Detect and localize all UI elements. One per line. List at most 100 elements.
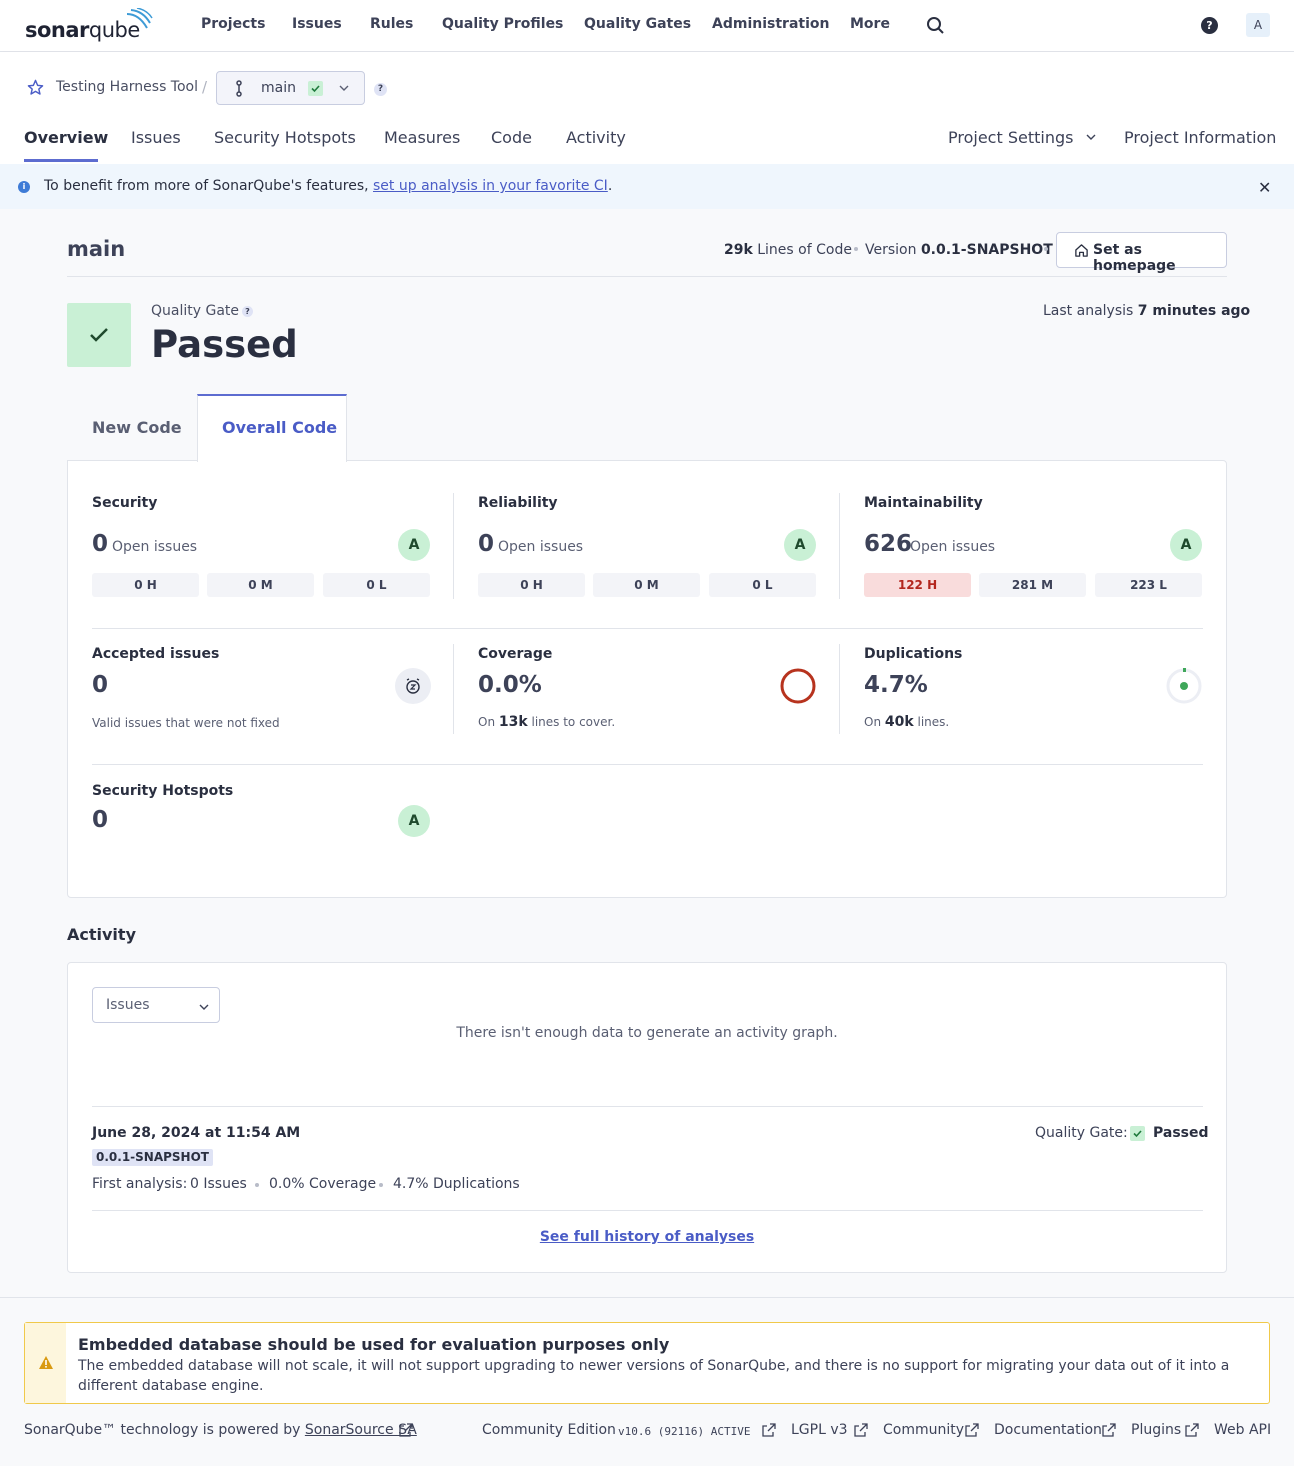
project-name-link[interactable]: Testing Harness Tool — [56, 79, 198, 95]
nav-administration[interactable]: Administration — [712, 16, 829, 32]
activity-select-value: Issues — [106, 997, 150, 1013]
plugins-link[interactable]: Plugins — [1131, 1422, 1181, 1438]
duplications-title[interactable]: Duplications — [864, 646, 962, 662]
tab-activity[interactable]: Activity — [566, 128, 626, 147]
external-link-icon[interactable] — [762, 1423, 776, 1437]
security-grade[interactable]: A — [398, 529, 430, 561]
last-analysis-value: 7 minutes ago — [1137, 303, 1251, 319]
tab-overall-code[interactable]: Overall Code — [197, 394, 347, 462]
accepted-issues-value[interactable]: 0 — [92, 672, 108, 698]
nav-rules[interactable]: Rules — [370, 16, 413, 32]
community-link[interactable]: Community — [883, 1422, 964, 1438]
divider — [453, 644, 454, 734]
duplications-dot — [1180, 682, 1188, 690]
duplications-tick — [1183, 668, 1186, 672]
check-icon — [1130, 1126, 1145, 1141]
duplications-note: On 40k lines. — [864, 714, 949, 730]
security-low[interactable]: 0 L — [323, 573, 430, 597]
tab-security-hotspots[interactable]: Security Hotspots — [214, 128, 356, 147]
logo-text-bold: sonar — [25, 18, 89, 42]
quality-gate-help-icon[interactable]: ? — [242, 306, 253, 317]
maintainability-medium[interactable]: 281 M — [979, 573, 1086, 597]
divider — [92, 628, 1203, 629]
branch-selector[interactable]: main — [216, 71, 365, 105]
quality-gate-label: Quality Gate — [151, 303, 240, 319]
tab-issues[interactable]: Issues — [131, 128, 181, 147]
duplications-value[interactable]: 4.7% — [864, 672, 928, 698]
duplications-note-prefix: On — [864, 715, 885, 729]
security-hotspots-grade[interactable]: A — [398, 805, 430, 837]
reliability-title[interactable]: Reliability — [478, 495, 558, 511]
maintainability-low[interactable]: 223 L — [1095, 573, 1202, 597]
maintainability-high[interactable]: 122 H — [864, 573, 971, 597]
full-history-link[interactable]: See full history of analyses — [540, 1229, 754, 1245]
last-analysis-label: Last analysis — [1043, 303, 1138, 319]
help-icon[interactable]: ? — [1201, 17, 1218, 34]
documentation-link[interactable]: Documentation — [994, 1422, 1102, 1438]
reliability-value[interactable]: 0 — [478, 531, 494, 557]
activity-graph-select[interactable]: Issues — [92, 987, 220, 1023]
reliability-grade[interactable]: A — [784, 529, 816, 561]
analysis-quality-gate-status: Passed — [1153, 1125, 1209, 1141]
reliability-medium[interactable]: 0 M — [593, 573, 700, 597]
separator-dot — [379, 1183, 383, 1187]
search-icon[interactable] — [926, 16, 946, 36]
branch-help-icon[interactable]: ? — [374, 83, 387, 96]
separator-dot — [255, 1183, 259, 1187]
version: Version 0.0.1-SNAPSHOT — [865, 242, 1053, 258]
activity-empty-message: There isn't enough data to generate an a… — [456, 1025, 838, 1041]
version-value: 0.0.1-SNAPSHOT — [920, 242, 1053, 258]
nav-more[interactable]: More — [850, 16, 890, 32]
security-label: Open issues — [112, 539, 198, 555]
nav-quality-profiles[interactable]: Quality Profiles — [442, 16, 563, 32]
tab-project-information[interactable]: Project Information — [1124, 128, 1276, 147]
version-info: v10.6 (92116) ACTIVE — [618, 1425, 751, 1438]
divider — [92, 764, 1203, 765]
external-link-icon — [1102, 1423, 1116, 1437]
maintainability-value[interactable]: 626 — [864, 531, 912, 557]
license-link[interactable]: LGPL v3 — [791, 1422, 848, 1438]
avatar[interactable]: A — [1246, 13, 1270, 37]
page-title: main — [67, 237, 126, 261]
maintainability-grade[interactable]: A — [1170, 529, 1202, 561]
sonarqube-logo[interactable]: sonarqube — [25, 8, 155, 42]
tab-measures[interactable]: Measures — [384, 128, 460, 147]
set-homepage-button[interactable]: Set as homepage — [1056, 232, 1227, 274]
coverage-title[interactable]: Coverage — [478, 646, 552, 662]
analysis-quality-gate-label: Quality Gate: — [1035, 1125, 1128, 1141]
maintainability-title[interactable]: Maintainability — [864, 495, 983, 511]
security-medium[interactable]: 0 M — [207, 573, 314, 597]
coverage-donut-icon[interactable] — [780, 668, 816, 704]
duplications-indicator-icon[interactable] — [1166, 668, 1202, 704]
close-icon[interactable]: ✕ — [1258, 178, 1271, 197]
banner-ci-link[interactable]: set up analysis in your favorite CI — [373, 178, 608, 194]
web-api-link[interactable]: Web API — [1214, 1422, 1271, 1438]
security-hotspots-title[interactable]: Security Hotspots — [92, 783, 233, 799]
tab-new-code[interactable]: New Code — [92, 418, 182, 437]
separator-dot — [854, 247, 858, 251]
external-link-icon — [1185, 1423, 1199, 1437]
reliability-low[interactable]: 0 L — [709, 573, 816, 597]
duplications-note-suffix: lines. — [913, 715, 950, 729]
accepted-issues-title[interactable]: Accepted issues — [92, 646, 219, 662]
coverage-value[interactable]: 0.0% — [478, 672, 542, 698]
reliability-label: Open issues — [498, 539, 584, 555]
favorite-star-icon[interactable] — [27, 79, 44, 96]
reliability-high[interactable]: 0 H — [478, 573, 585, 597]
coverage-note: On 13k lines to cover. — [478, 714, 615, 730]
external-link-icon — [965, 1423, 979, 1437]
nav-quality-gates[interactable]: Quality Gates — [584, 16, 691, 32]
tab-code[interactable]: Code — [491, 128, 532, 147]
duplications-lines: 40k — [884, 714, 914, 730]
tab-overview[interactable]: Overview — [24, 128, 108, 147]
security-title[interactable]: Security — [92, 495, 157, 511]
chevron-down-icon — [339, 85, 349, 91]
nav-projects[interactable]: Projects — [201, 16, 265, 32]
analysis-version-badge: 0.0.1-SNAPSHOT — [92, 1149, 213, 1166]
nav-issues[interactable]: Issues — [292, 16, 342, 32]
security-hotspots-value[interactable]: 0 — [92, 807, 108, 833]
security-value[interactable]: 0 — [92, 531, 108, 557]
security-high[interactable]: 0 H — [92, 573, 199, 597]
project-header: Testing Harness Tool / main ? Overview I… — [0, 52, 1294, 164]
tab-project-settings[interactable]: Project Settings — [948, 128, 1097, 147]
